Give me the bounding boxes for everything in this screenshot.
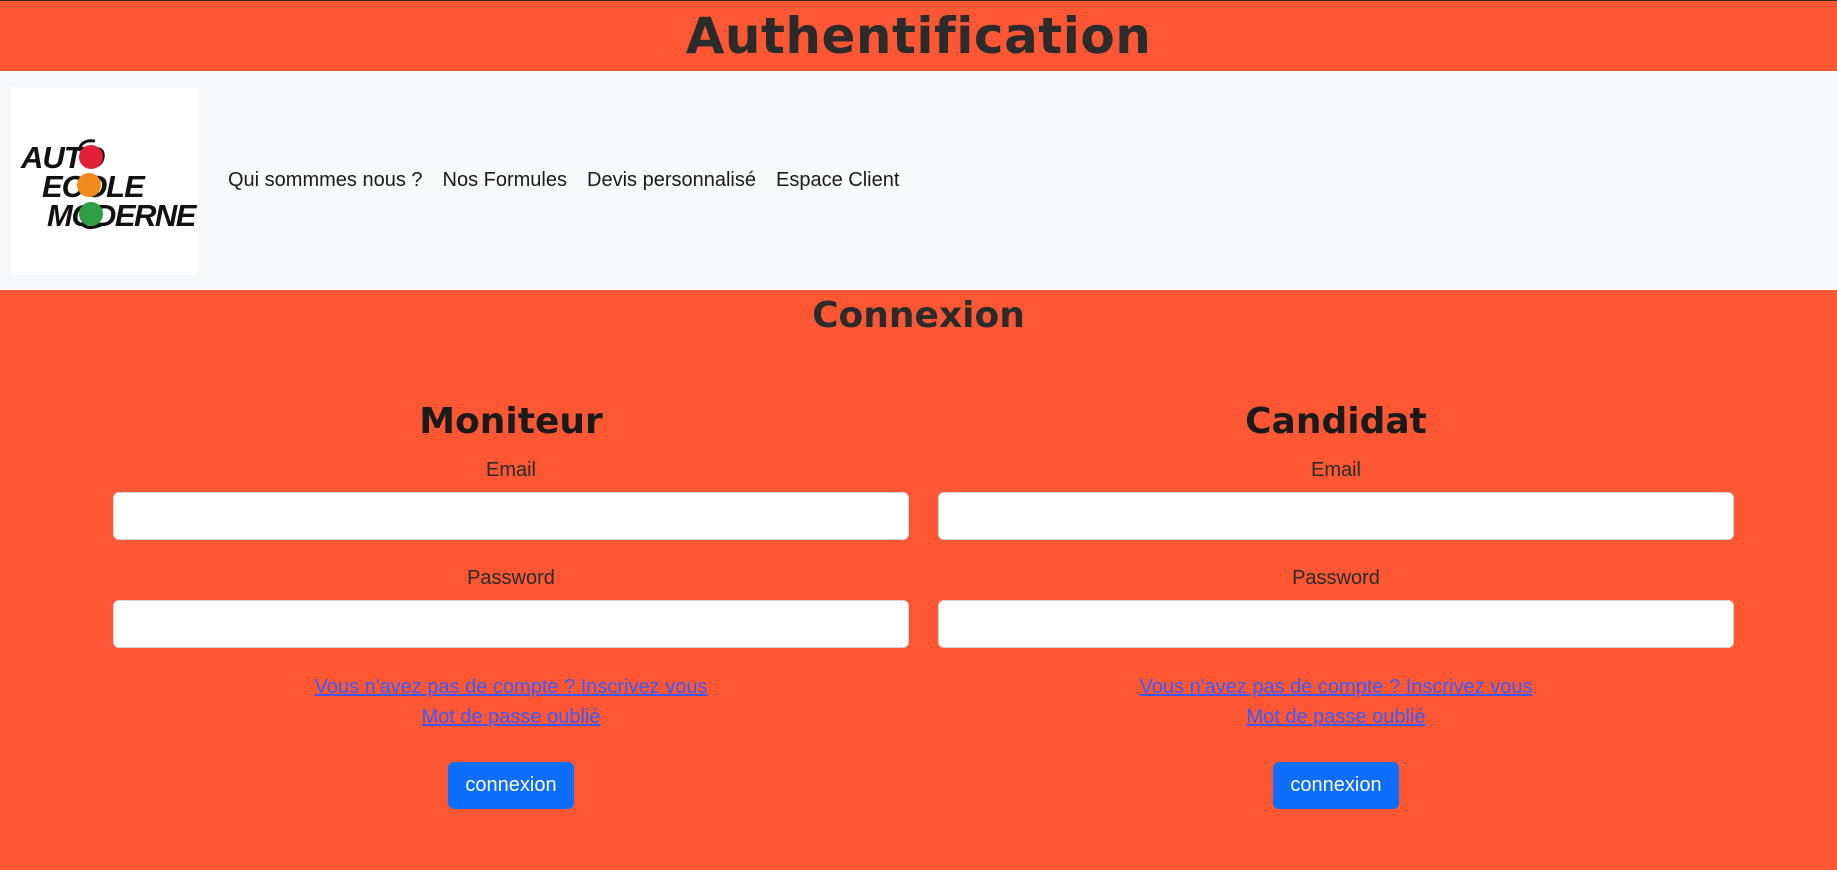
nav-links: Qui sommmes nous ? Nos Formules Devis pe…	[228, 71, 919, 290]
nav-item-qui-sommes-nous[interactable]: Qui sommmes nous ?	[228, 169, 423, 192]
moniteur-connexion-button[interactable]: connexion	[448, 762, 574, 809]
candidat-signup-link[interactable]: Vous n'avez pas de compte ? Inscrivez vo…	[938, 672, 1734, 702]
candidat-forgot-password-link[interactable]: Mot de passe oublié	[938, 702, 1734, 732]
moniteur-password-label: Password	[467, 567, 555, 589]
candidat-password-input[interactable]	[938, 600, 1734, 648]
moniteur-email-input[interactable]	[113, 492, 909, 540]
candidat-email-input[interactable]	[938, 492, 1734, 540]
moniteur-login-form: Moniteur Email Password Vous n'avez pas …	[113, 400, 909, 809]
logo-red-light	[79, 145, 103, 169]
nav-item-espace-client[interactable]: Espace Client	[776, 169, 899, 192]
candidat-password-label: Password	[1292, 567, 1380, 589]
candidat-email-label: Email	[1310, 459, 1361, 481]
nav-item-nos-formules[interactable]: Nos Formules	[443, 169, 567, 192]
logo-orange-light	[77, 173, 101, 197]
candidat-form-title: Candidat	[1245, 401, 1427, 442]
page-title: Authentification	[685, 7, 1152, 65]
auto-ecole-moderne-logo[interactable]: AUTO ECOLE MODERNE	[11, 87, 199, 275]
moniteur-signup-link[interactable]: Vous n'avez pas de compte ? Inscrivez vo…	[113, 672, 909, 702]
moniteur-password-input[interactable]	[113, 600, 909, 648]
logo-graphic: AUTO ECOLE MODERNE	[20, 139, 199, 233]
page-header: Authentification	[0, 1, 1837, 71]
moniteur-links: Vous n'avez pas de compte ? Inscrivez vo…	[113, 672, 909, 732]
moniteur-form-title: Moniteur	[419, 401, 603, 442]
main-content: Connexion Moniteur Email Password Vous n…	[0, 290, 1837, 870]
logo-line-moderne: MODERNE	[47, 198, 198, 233]
candidat-links: Vous n'avez pas de compte ? Inscrivez vo…	[938, 672, 1734, 732]
logo-green-light	[79, 202, 103, 226]
nav-item-devis-personnalise[interactable]: Devis personnalisé	[587, 169, 756, 192]
candidat-connexion-button[interactable]: connexion	[1273, 762, 1399, 809]
connexion-title: Connexion	[812, 295, 1025, 336]
moniteur-email-label: Email	[485, 459, 536, 481]
moniteur-forgot-password-link[interactable]: Mot de passe oublié	[113, 702, 909, 732]
navbar: AUTO ECOLE MODERNE Qui sommmes nous ? No…	[0, 71, 1837, 290]
candidat-login-form: Candidat Email Password Vous n'avez pas …	[938, 400, 1734, 809]
